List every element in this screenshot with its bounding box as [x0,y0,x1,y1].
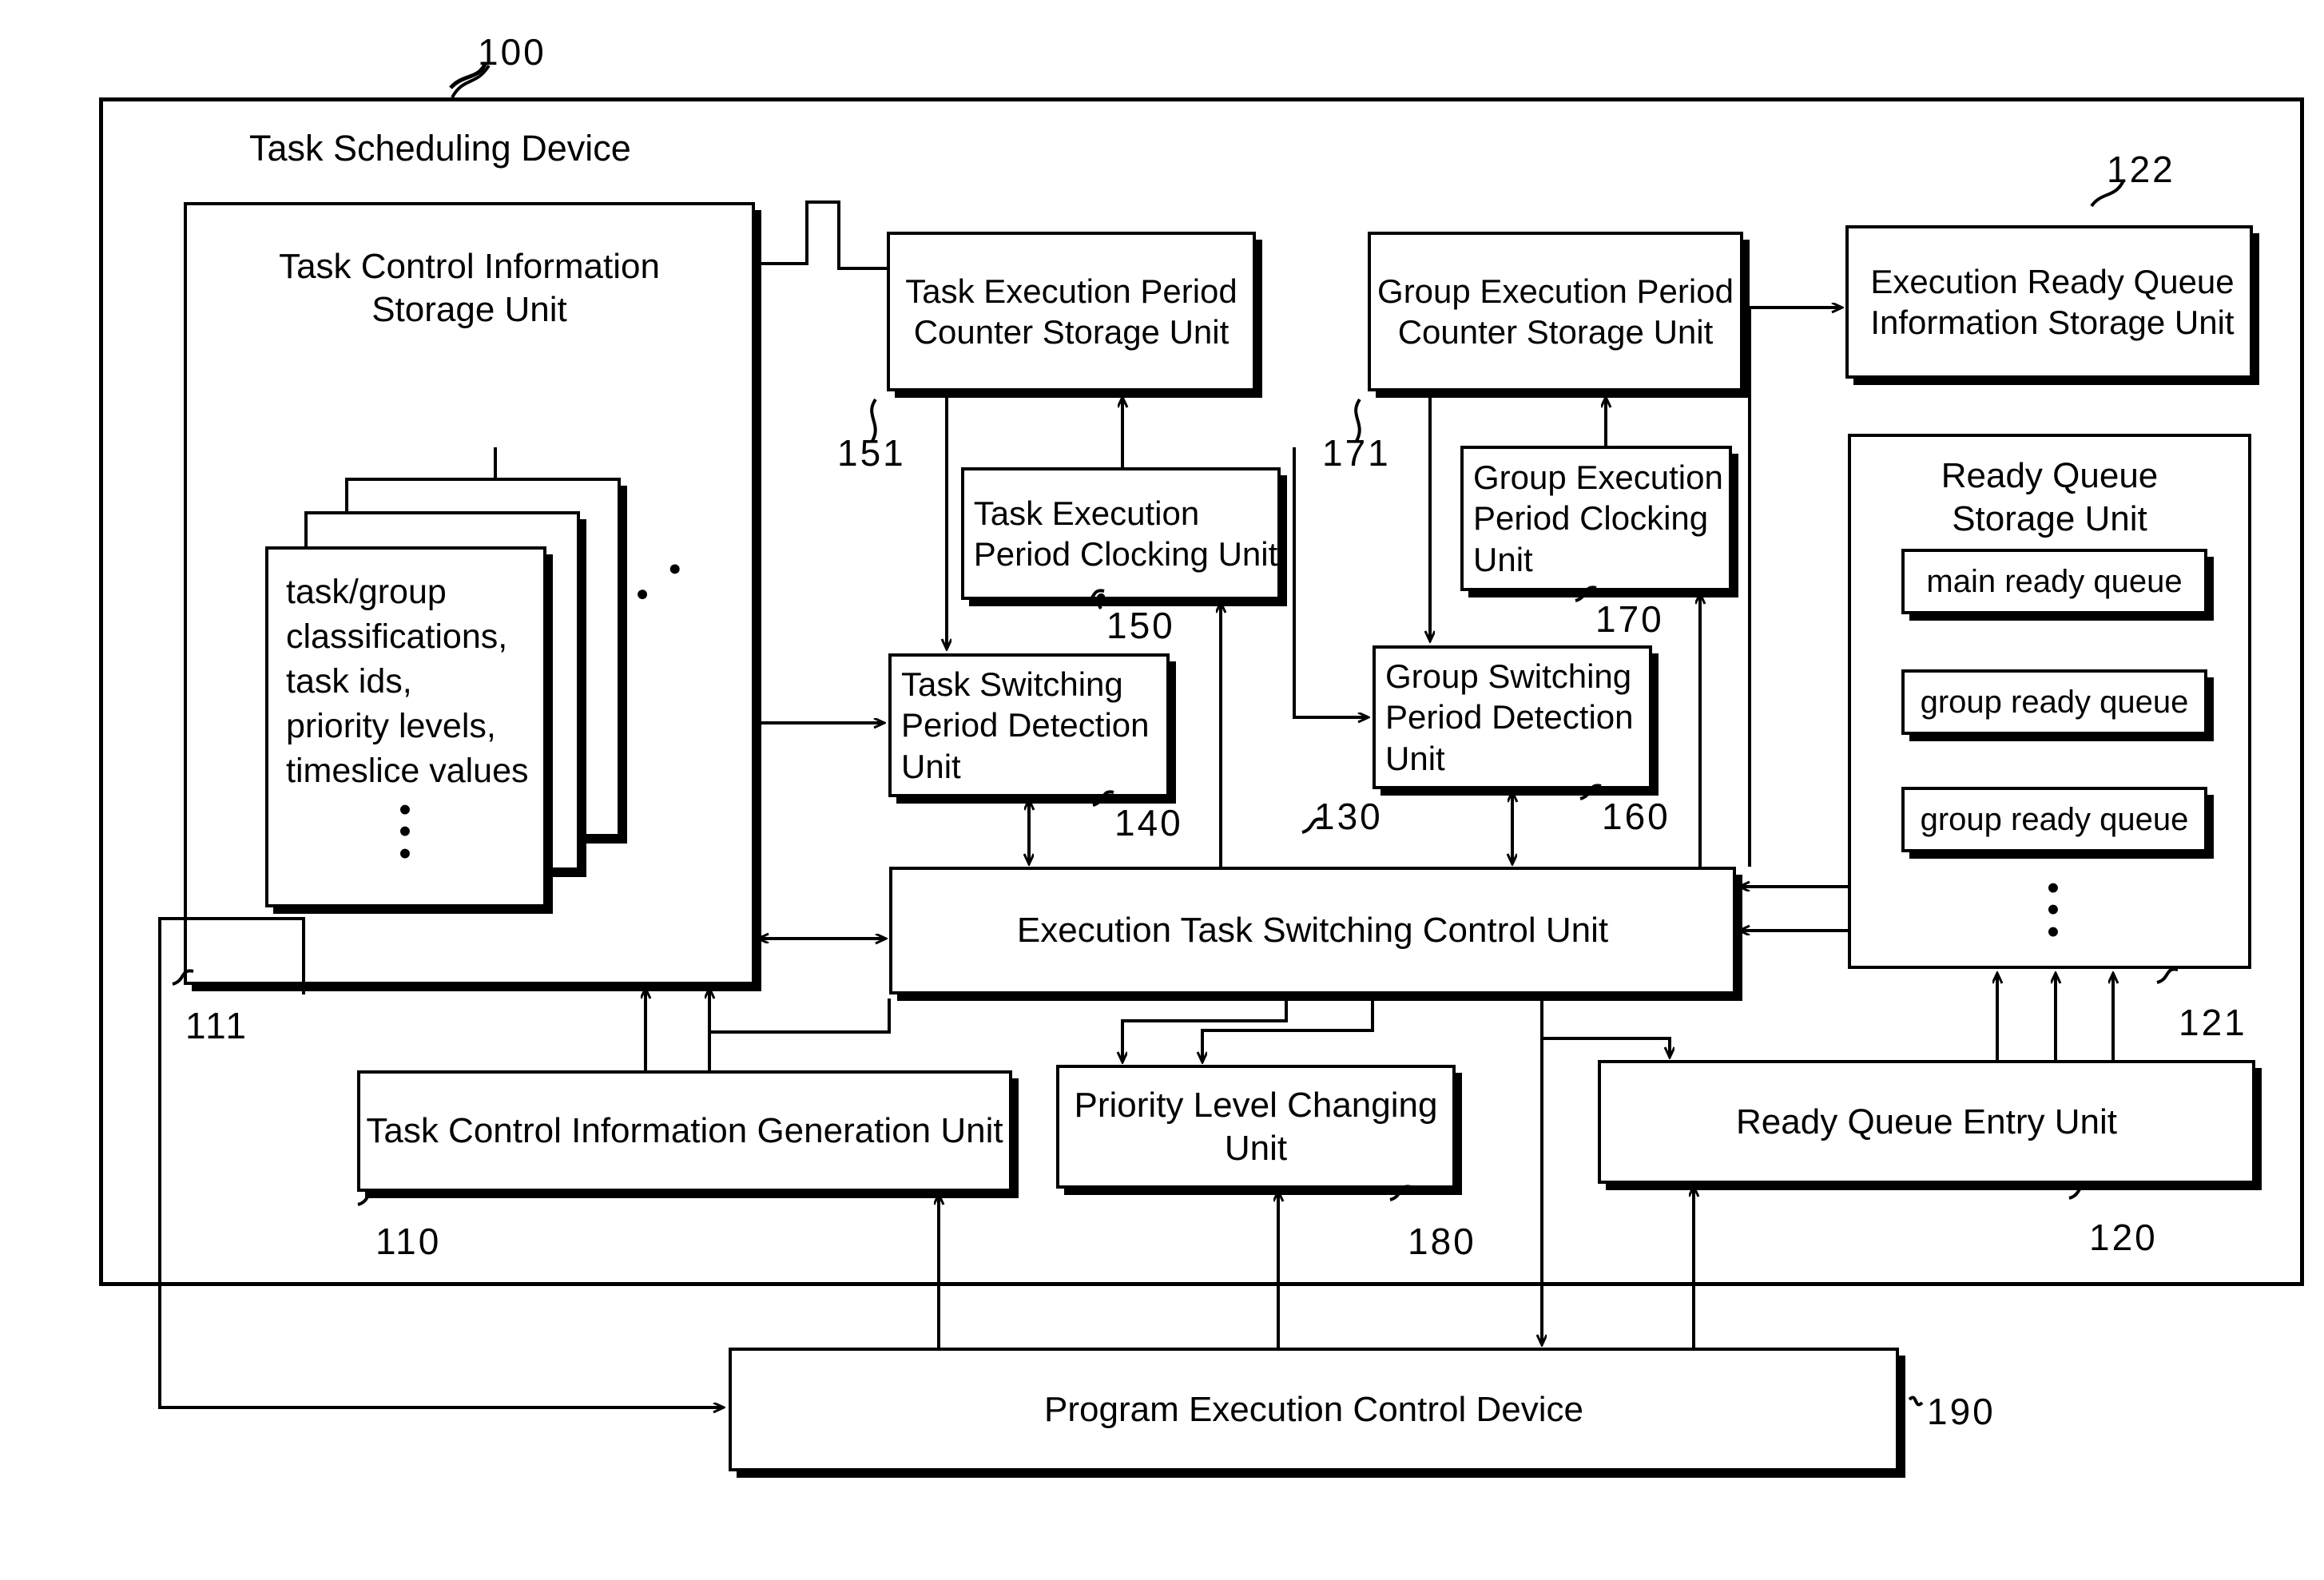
task-switching-period-detection-unit-label: Task Switching Period Detection Unit [901,665,1150,785]
ready-queue-storage-unit-label: Ready Queue Storage Unit [1941,456,2159,538]
group-ready-queue-2: group ready queue [1901,787,2207,852]
ref-label-120: 120 [2089,1217,2158,1258]
task-execution-period-clocking-unit: Task Execution Period Clocking Unit [961,467,1281,600]
ref-label-122: 122 [2107,149,2175,190]
main-ready-queue: main ready queue [1901,549,2207,614]
ref-label-140: 140 [1114,802,1183,844]
execution-task-switching-control-unit-label: Execution Task Switching Control Unit [1016,911,1609,951]
group-execution-period-counter-storage-unit: Group Execution Period Counter Storage U… [1368,232,1743,391]
ref-label-111: 111 [185,1005,248,1046]
task-control-information-storage-unit-label: Task Control Information Storage Unit [279,247,660,329]
program-execution-control-device-label: Program Execution Control Device [1044,1389,1583,1429]
execution-ready-queue-information-storage-unit-label: Execution Ready Queue Information Storag… [1870,262,2235,341]
ref-label-110: 110 [375,1221,442,1262]
ref-label-160: 160 [1602,796,1670,837]
ready-queue-entry-unit: Ready Queue Entry Unit [1598,1060,2255,1184]
program-execution-control-device: Program Execution Control Device [729,1348,1899,1471]
ref-label-190: 190 [1927,1391,1996,1432]
page-title: Task Scheduling Device [249,128,631,169]
ready-queue-vertical-dots: • • • [2047,868,2060,951]
priority-level-changing-unit: Priority Level Changing Unit [1056,1065,1456,1189]
task-execution-period-clocking-unit-label: Task Execution Period Clocking Unit [973,494,1278,573]
task-execution-period-counter-storage-unit: Task Execution Period Counter Storage Un… [887,232,1256,391]
task-switching-period-detection-unit: Task Switching Period Detection Unit [888,653,1170,797]
task-control-information-generation-unit-label: Task Control Information Generation Unit [366,1111,1003,1151]
ref-label-150: 150 [1106,605,1175,646]
execution-ready-queue-information-storage-unit: Execution Ready Queue Information Storag… [1845,225,2253,379]
priority-level-changing-unit-label: Priority Level Changing Unit [1074,1085,1438,1168]
group-switching-period-detection-unit: Group Switching Period Detection Unit [1373,645,1652,789]
task-control-card-vertical-dots: • • • [399,790,411,873]
task-control-information-generation-unit: Task Control Information Generation Unit [357,1070,1012,1192]
group-ready-queue-1-label: group ready queue [1920,684,2189,720]
patent-figure: 100 Task Scheduling Device Task Control … [0,0,2324,1580]
ref-label-180: 180 [1408,1221,1476,1262]
task-control-card-text: task/group classifications, task ids, pr… [286,573,529,790]
ready-queue-entry-unit-label: Ready Queue Entry Unit [1736,1102,2117,1141]
main-ready-queue-label: main ready queue [1926,563,2183,599]
ref-label-151: 151 [837,432,906,474]
ref-label-130: 130 [1314,796,1383,837]
execution-task-switching-control-unit: Execution Task Switching Control Unit [889,867,1736,994]
ref-label-171: 171 [1322,432,1391,474]
group-switching-period-detection-unit-label: Group Switching Period Detection Unit [1385,657,1634,777]
group-ready-queue-2-label: group ready queue [1920,801,2189,837]
group-ready-queue-1: group ready queue [1901,669,2207,735]
group-execution-period-counter-storage-unit-label: Group Execution Period Counter Storage U… [1377,272,1734,351]
group-execution-period-clocking-unit: Group Execution Period Clocking Unit [1460,446,1732,591]
ref-label-121: 121 [2179,1002,2247,1043]
group-execution-period-clocking-unit-label: Group Execution Period Clocking Unit [1473,459,1723,578]
ref-label-170: 170 [1595,598,1664,640]
ref-label-100: 100 [478,31,546,73]
task-execution-period-counter-storage-unit-label: Task Execution Period Counter Storage Un… [905,272,1237,351]
